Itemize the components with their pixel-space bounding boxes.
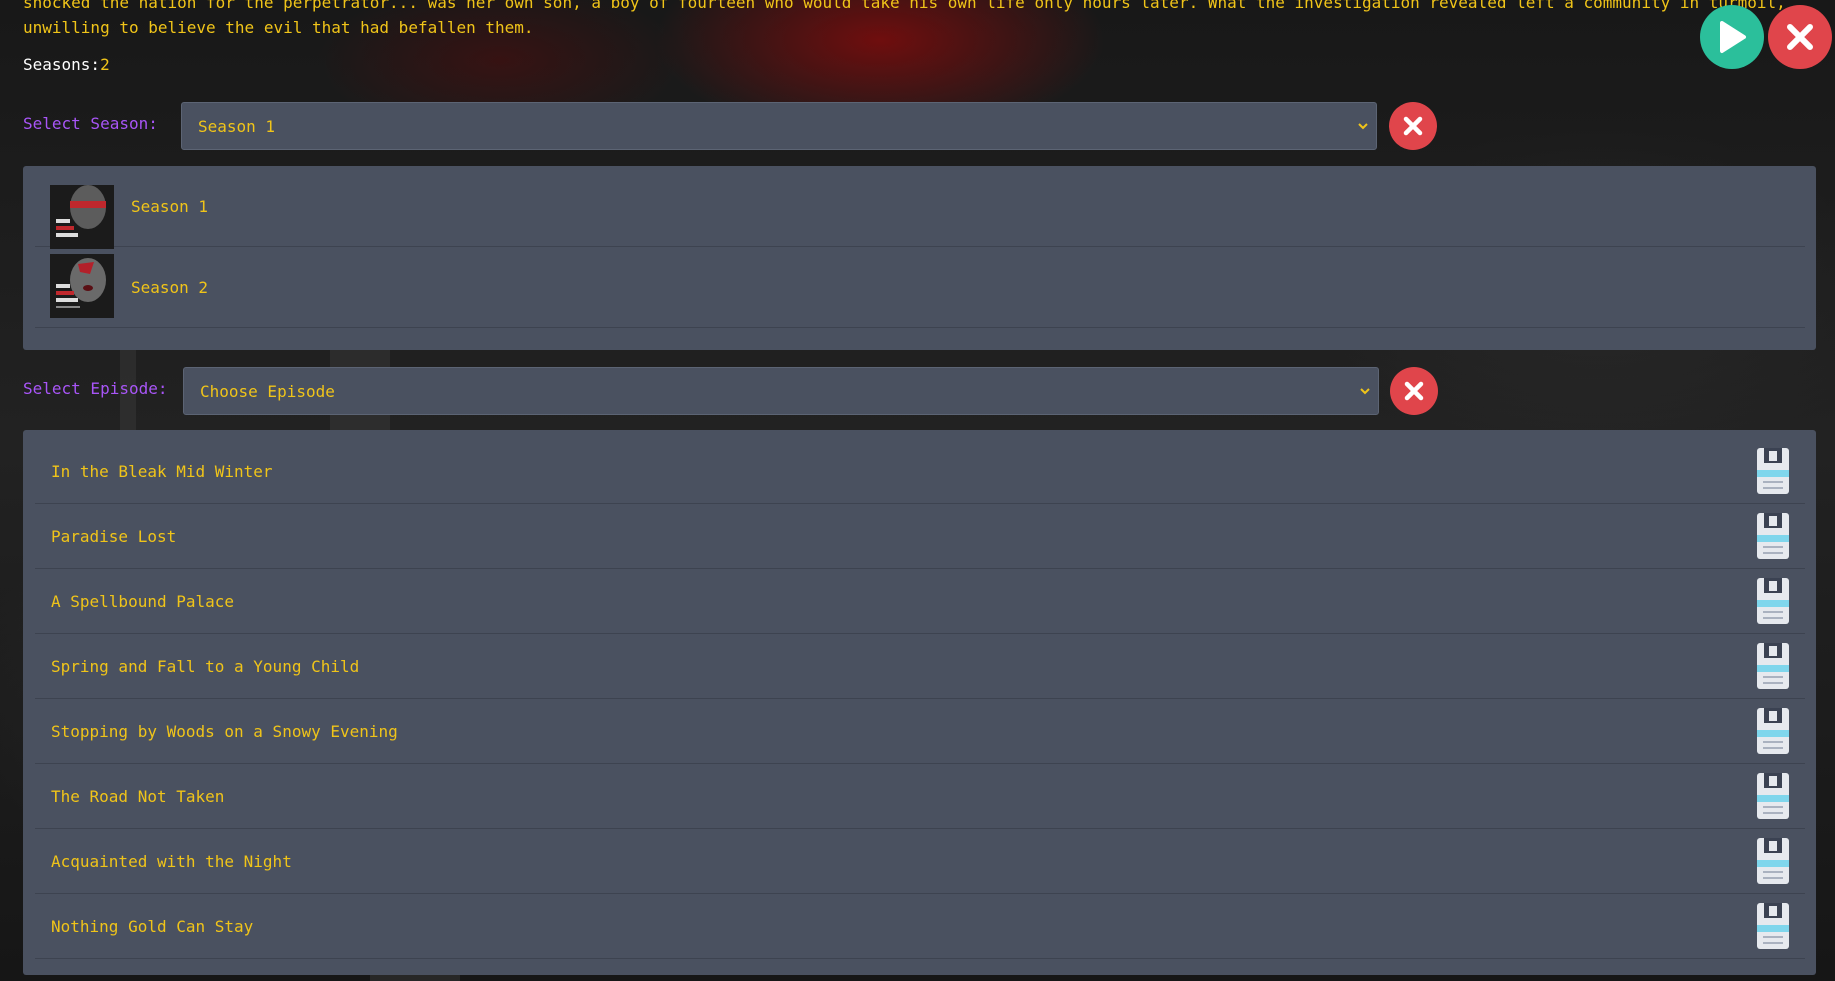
play-button[interactable]: [1700, 5, 1764, 69]
season-list: Season 1 Season 2: [23, 166, 1816, 350]
floppy-disk-icon[interactable]: [1753, 901, 1793, 951]
description-line-2: unwilling to believe the evil that had b…: [23, 18, 534, 37]
episode-title: Stopping by Woods on a Snowy Evening: [51, 721, 398, 741]
floppy-disk-icon[interactable]: [1753, 771, 1793, 821]
season-select-label: Select Season:: [23, 114, 158, 133]
episode-list-item[interactable]: A Spellbound Palace: [35, 569, 1805, 634]
season-select-row: Select Season:: [23, 114, 158, 133]
episode-list-item[interactable]: The Road Not Taken: [35, 764, 1805, 829]
chevron-down-icon: [1360, 388, 1370, 395]
floppy-disk-icon[interactable]: [1753, 511, 1793, 561]
season-1-cover: [50, 185, 114, 249]
description-line-1: shocked the nation for the perpetrator..…: [23, 0, 1783, 12]
season-select[interactable]: Season 1: [181, 102, 1377, 150]
episode-title: In the Bleak Mid Winter: [51, 461, 273, 481]
episode-title: A Spellbound Palace: [51, 591, 235, 611]
floppy-disk-icon[interactable]: [1753, 641, 1793, 691]
episode-list-item[interactable]: Stopping by Woods on a Snowy Evening: [35, 699, 1805, 764]
season-list-item[interactable]: Season 2: [35, 247, 1805, 328]
episode-list-item[interactable]: Paradise Lost: [35, 504, 1805, 569]
episode-title: The Road Not Taken: [51, 786, 225, 806]
season-list-item[interactable]: Season 1: [35, 166, 1805, 249]
floppy-disk-icon[interactable]: [1753, 836, 1793, 886]
season-label: Season 2: [131, 277, 209, 297]
floppy-disk-icon[interactable]: [1753, 446, 1793, 496]
episode-select[interactable]: Choose Episode: [183, 367, 1379, 415]
episode-list-item[interactable]: Nothing Gold Can Stay: [35, 894, 1805, 959]
episode-list-item[interactable]: Spring and Fall to a Young Child: [35, 634, 1805, 699]
clear-episode-button[interactable]: [1390, 367, 1438, 415]
episode-title: Acquainted with the Night: [51, 851, 292, 871]
seasons-count-value: 2: [100, 55, 110, 74]
seasons-count: Seasons:2: [23, 55, 110, 74]
season-select-value: Season 1: [198, 116, 276, 136]
chevron-down-icon: [1358, 123, 1368, 130]
play-icon: [1720, 21, 1746, 53]
close-button[interactable]: [1768, 5, 1832, 69]
episode-select-label: Select Episode:: [23, 379, 168, 398]
episode-list-item[interactable]: Acquainted with the Night: [35, 829, 1805, 894]
episode-title: Nothing Gold Can Stay: [51, 916, 254, 936]
close-icon: [1787, 24, 1813, 50]
seasons-label: Seasons:: [23, 55, 101, 74]
show-description: shocked the nation for the perpetrator..…: [23, 0, 1783, 40]
season-2-cover: [50, 254, 114, 318]
episode-select-row: Select Episode:: [23, 379, 168, 398]
episode-title: Paradise Lost: [51, 526, 177, 546]
clear-icon: [1403, 116, 1423, 136]
season-label: Season 1: [131, 196, 209, 216]
episode-list: In the Bleak Mid Winter Paradise Lost A …: [23, 430, 1816, 975]
floppy-disk-icon[interactable]: [1753, 576, 1793, 626]
episode-title: Spring and Fall to a Young Child: [51, 656, 360, 676]
floppy-disk-icon[interactable]: [1753, 706, 1793, 756]
episode-list-item[interactable]: In the Bleak Mid Winter: [35, 439, 1805, 504]
clear-icon: [1404, 381, 1424, 401]
episode-select-value: Choose Episode: [200, 381, 335, 401]
clear-season-button[interactable]: [1389, 102, 1437, 150]
